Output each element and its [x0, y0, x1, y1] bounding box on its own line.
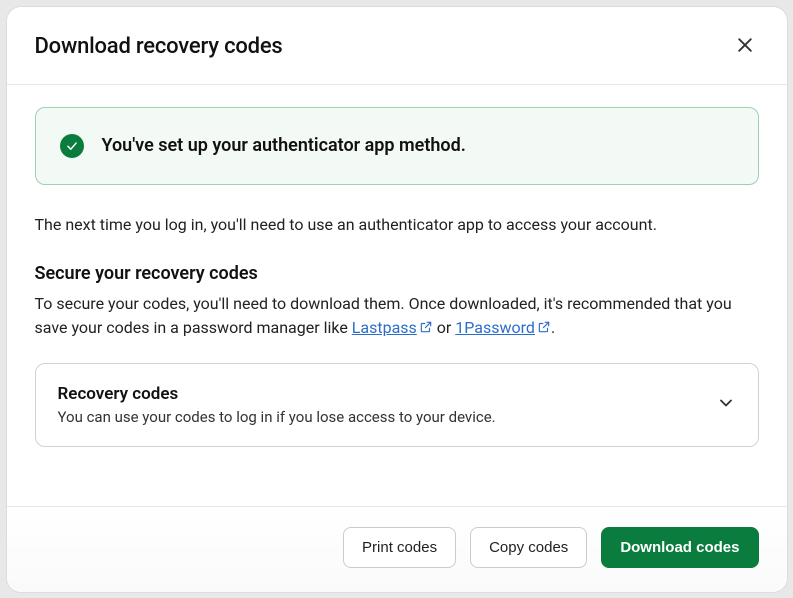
- chevron-down-icon: [716, 393, 736, 417]
- external-link-icon: [419, 317, 433, 331]
- modal-header: Download recovery codes: [7, 7, 787, 85]
- desc-middle: or: [433, 318, 455, 337]
- recovery-panel-title: Recovery codes: [58, 384, 496, 404]
- intro-text: The next time you log in, you'll need to…: [35, 213, 759, 237]
- external-link-icon: [537, 317, 551, 331]
- success-message: You've set up your authenticator app met…: [102, 135, 466, 156]
- secure-codes-description: To secure your codes, you'll need to dow…: [35, 292, 759, 342]
- modal-title: Download recovery codes: [35, 34, 283, 59]
- success-check-icon: [60, 134, 84, 158]
- recovery-codes-modal: Download recovery codes You've set up yo…: [7, 7, 787, 592]
- modal-footer: Print codes Copy codes Download codes: [7, 506, 787, 592]
- desc-suffix: .: [551, 318, 555, 337]
- recovery-panel-desc: You can use your codes to log in if you …: [58, 408, 496, 426]
- modal-body: You've set up your authenticator app met…: [7, 85, 787, 506]
- close-icon: [735, 35, 755, 58]
- onepassword-link[interactable]: 1Password: [455, 318, 551, 337]
- success-banner: You've set up your authenticator app met…: [35, 107, 759, 185]
- copy-codes-button[interactable]: Copy codes: [470, 527, 587, 568]
- recovery-codes-panel[interactable]: Recovery codes You can use your codes to…: [35, 363, 759, 447]
- lastpass-link[interactable]: Lastpass: [352, 318, 433, 337]
- print-codes-button[interactable]: Print codes: [343, 527, 456, 568]
- secure-codes-heading: Secure your recovery codes: [35, 263, 759, 284]
- close-button[interactable]: [731, 31, 759, 62]
- recovery-panel-text: Recovery codes You can use your codes to…: [58, 384, 496, 426]
- download-codes-button[interactable]: Download codes: [601, 527, 758, 568]
